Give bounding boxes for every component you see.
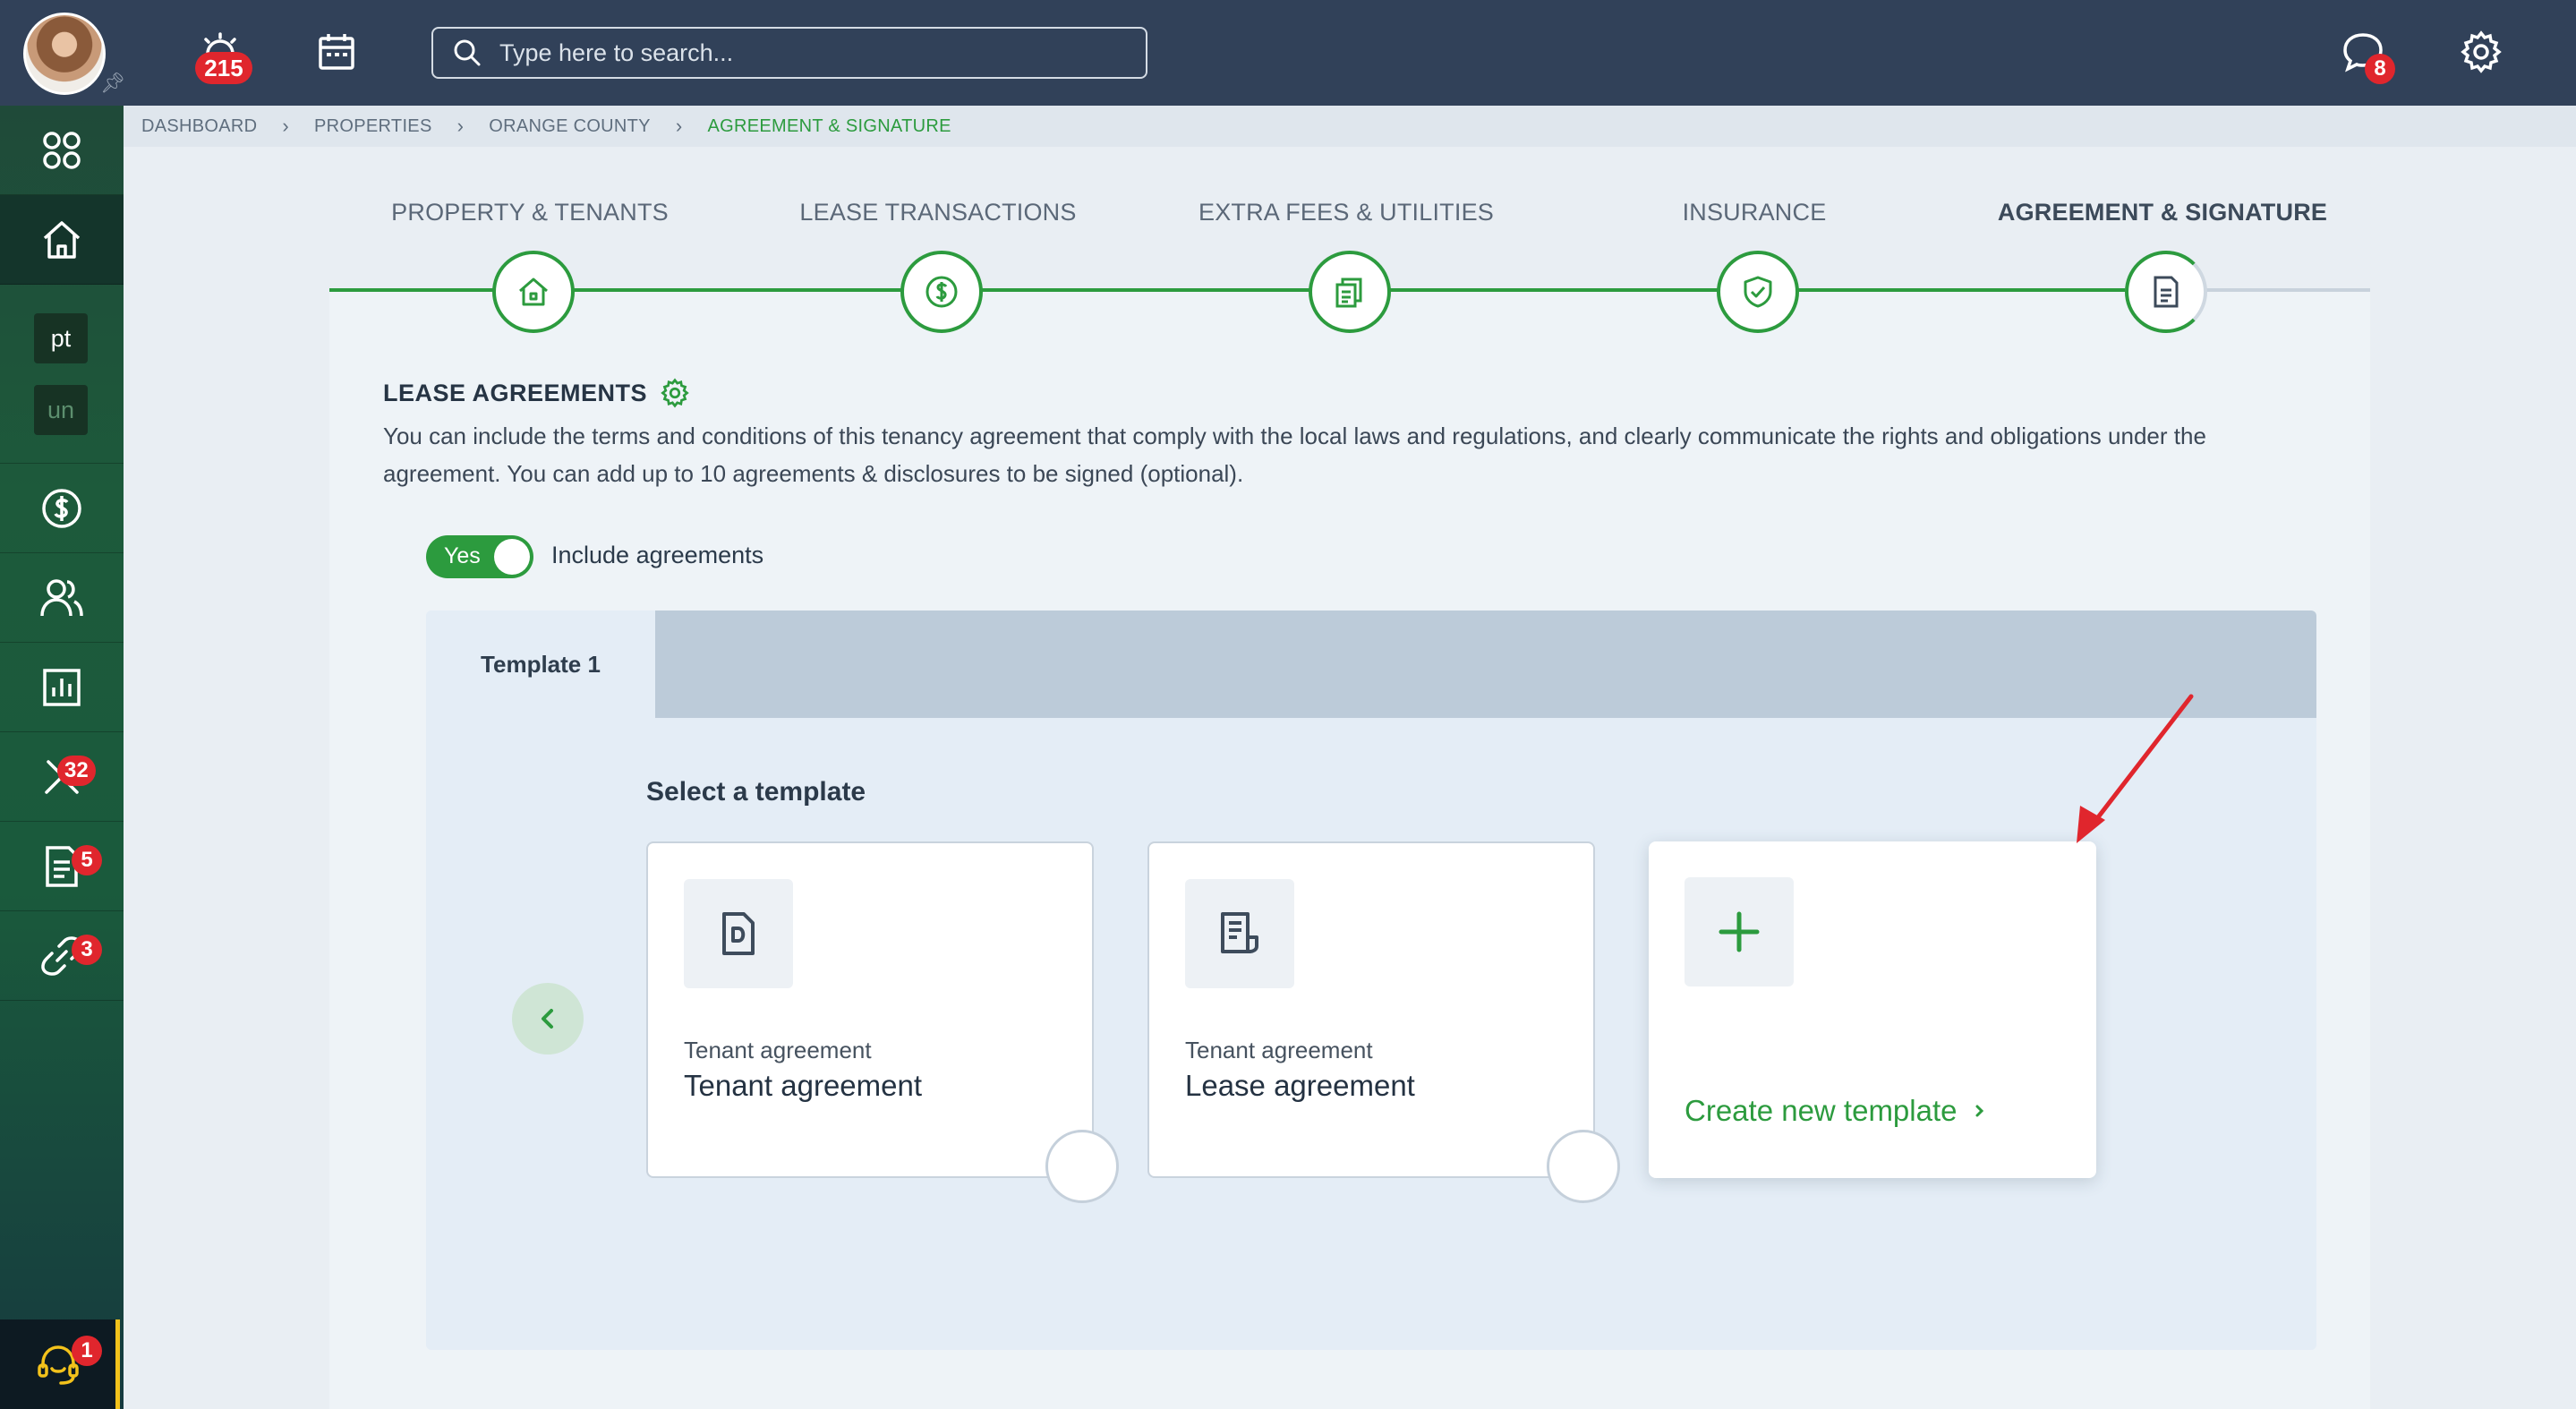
chart-icon	[43, 668, 81, 706]
chevron-right-icon	[1975, 1105, 1983, 1117]
step-extra-fees[interactable]	[1309, 251, 1391, 333]
toggle-value: Yes	[444, 543, 481, 568]
create-template-label: Create new template	[1685, 1094, 1958, 1127]
step-property-tenants[interactable]	[492, 251, 575, 333]
home-icon	[43, 220, 81, 259]
step-lease-transactions[interactable]	[900, 251, 983, 333]
support-button[interactable]	[0, 1319, 120, 1409]
chevron-right-icon: ›	[675, 115, 683, 137]
shield-icon	[1744, 276, 1772, 308]
template-card-lease-agreement[interactable]: Tenant agreement Lease agreement	[1147, 841, 1620, 1203]
chevron-left-icon	[542, 1009, 553, 1029]
breadcrumb-properties[interactable]: PROPERTIES	[314, 116, 432, 137]
step-insurance[interactable]	[1717, 251, 1799, 333]
top-bar: 📌︎ 215 8	[0, 0, 2576, 106]
card-icon-box	[1685, 877, 1794, 986]
chat-badge: 8	[2365, 54, 2395, 84]
search-icon	[454, 39, 481, 66]
search-bar[interactable]	[431, 27, 1147, 79]
tab-template-1[interactable]: Template 1	[426, 611, 655, 718]
card-subtitle: Tenant agreement	[684, 1037, 872, 1063]
document-icon	[2154, 276, 2179, 308]
card-title: Lease agreement	[1185, 1069, 1415, 1102]
dollar-icon	[42, 488, 81, 528]
search-input[interactable]	[499, 38, 1126, 67]
pdf-document-icon	[722, 912, 755, 955]
template-card-tenant-agreement[interactable]: Tenant agreement Tenant agreement	[646, 841, 1119, 1203]
sidebar-item-documents[interactable]	[0, 822, 124, 911]
maintenance-badge: 32	[57, 756, 96, 786]
documents-badge: 5	[72, 845, 102, 875]
select-template-title: Select a template	[646, 777, 866, 807]
grid-icon	[43, 131, 81, 169]
create-template-card[interactable]: Create new template	[1649, 841, 2096, 1178]
sidebar-shortcuts: pt un	[0, 285, 124, 464]
pin-icon: 📌︎	[100, 72, 125, 94]
card-select-radio[interactable]	[1045, 1130, 1119, 1203]
calendar-icon[interactable]	[311, 27, 362, 77]
step-label-insurance[interactable]: INSURANCE	[1575, 199, 1933, 226]
stepper-progress-line	[329, 288, 2173, 292]
contract-icon	[1221, 912, 1258, 953]
plus-icon	[1719, 911, 1760, 952]
annotation-arrow-icon	[2077, 694, 2194, 843]
card-select-radio[interactable]	[1547, 1130, 1620, 1203]
include-agreements-label: Include agreements	[551, 542, 764, 568]
breadcrumb: DASHBOARD › PROPERTIES › ORANGE COUNTY ›…	[124, 106, 2576, 147]
sidebar-item-home[interactable]	[0, 195, 124, 285]
lease-agreements-description: You can include the terms and conditions…	[383, 423, 2206, 487]
alarm-badge: 215	[195, 52, 252, 84]
chevron-right-icon: ›	[456, 115, 465, 137]
sidebar-item-people[interactable]	[0, 553, 124, 643]
lease-agreements-title: LEASE AGREEMENTS	[383, 378, 690, 408]
step-label-extra-fees[interactable]: EXTRA FEES & UTILITIES	[1167, 199, 1525, 226]
previous-button[interactable]	[512, 983, 584, 1055]
step-label-property-tenants[interactable]: PROPERTY & TENANTS	[351, 199, 709, 226]
step-agreement-signature[interactable]	[2125, 251, 2207, 333]
dollar-icon	[925, 276, 958, 308]
links-badge: 3	[72, 935, 102, 965]
sidebar-item-apps[interactable]	[0, 106, 124, 195]
people-icon	[40, 578, 83, 616]
sidebar-item-finance[interactable]	[0, 464, 124, 553]
user-avatar[interactable]	[23, 13, 106, 95]
toggle-knob	[494, 539, 530, 575]
bills-icon	[1335, 278, 1362, 308]
sidebar: pt un 32 5 3 1	[0, 106, 124, 1409]
card-icon-box	[684, 879, 793, 988]
shortcut-pt[interactable]: pt	[34, 313, 88, 363]
chevron-right-icon: ›	[282, 115, 290, 137]
breadcrumb-dashboard[interactable]: DASHBOARD	[141, 116, 257, 137]
sidebar-item-links[interactable]	[0, 911, 124, 1001]
lease-agreements-heading: LEASE AGREEMENTS	[383, 379, 648, 406]
card-title: Tenant agreement	[684, 1069, 923, 1102]
gear-icon[interactable]	[2456, 27, 2506, 77]
support-badge: 1	[72, 1336, 102, 1366]
house-icon	[519, 278, 548, 306]
card-subtitle: Tenant agreement	[1185, 1037, 1373, 1063]
include-agreements-toggle[interactable]: Yes	[426, 535, 533, 578]
breadcrumb-current: AGREEMENT & SIGNATURE	[707, 115, 951, 136]
create-template-link[interactable]: Create new template	[1685, 1094, 1988, 1128]
step-label-lease-transactions[interactable]: LEASE TRANSACTIONS	[759, 199, 1117, 226]
shortcut-un[interactable]: un	[34, 385, 88, 435]
step-label-agreement-signature[interactable]: AGREEMENT & SIGNATURE	[1983, 199, 2341, 226]
gear-icon[interactable]	[660, 378, 690, 408]
card-icon-box	[1185, 879, 1294, 988]
sidebar-item-reports[interactable]	[0, 643, 124, 732]
breadcrumb-orange-county[interactable]: ORANGE COUNTY	[489, 116, 651, 137]
